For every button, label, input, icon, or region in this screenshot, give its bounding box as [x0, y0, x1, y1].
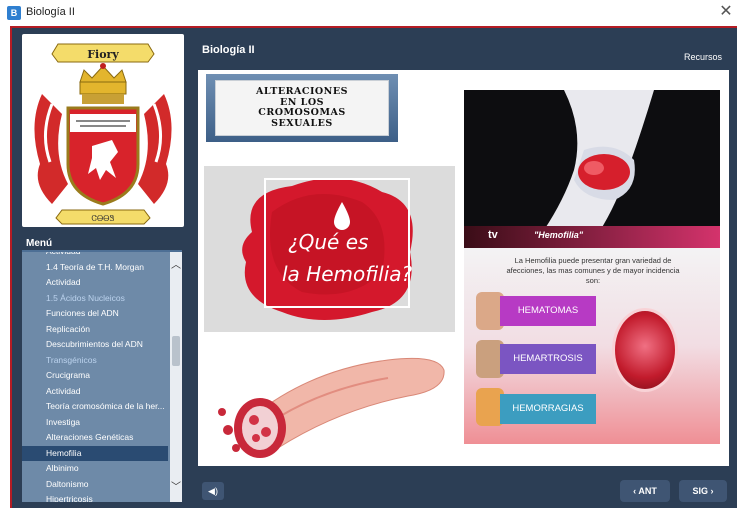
- blood-cells-image: [612, 308, 678, 392]
- menu-item[interactable]: Funciones del ADN: [22, 306, 168, 322]
- topic-title-card: ALTERACIONES EN LOS CROMOSOMAS SEXUALES: [206, 74, 398, 142]
- menu-list: Actividad 1.4 Teoría de T.H. Morgan Activi…: [22, 252, 168, 502]
- course-frame: Fiory ᏣᎾᎾᏕ Menú Actividad1.4 Teoría de: [10, 26, 737, 508]
- condition-pill: HEMATOMAS: [500, 296, 596, 326]
- topic-title: ALTERACIONES EN LOS CROMOSOMAS SEXUALES: [256, 86, 348, 129]
- menu-item[interactable]: Crucigrama: [22, 368, 168, 384]
- condition-pill: HEMORRAGIAS: [500, 394, 596, 424]
- logo-card: Fiory ᏣᎾᎾᏕ: [22, 34, 184, 227]
- menu-item[interactable]: Actividad: [22, 252, 168, 260]
- topic-title-line: SEXUALES: [271, 117, 333, 129]
- hemophilia-info-panel: La Hemofilia puede presentar gran varied…: [464, 248, 720, 444]
- hemophilia-question-line: ¿Qué es: [288, 230, 369, 254]
- video-caption: "Hemofilia": [534, 230, 584, 240]
- coat-of-arms-image: Fiory ᏣᎾᎾᏕ: [34, 43, 172, 225]
- menu-item[interactable]: Replicación: [22, 322, 168, 338]
- condition-pill: HEMARTROSIS: [500, 344, 596, 374]
- menu-item[interactable]: Actividad: [22, 384, 168, 400]
- menu-item[interactable]: Teoría cromosómica de la her...: [22, 399, 168, 415]
- topic-title-line: ALTERACIONES: [256, 86, 348, 97]
- menu-item[interactable]: Descubrimientos del ADN: [22, 337, 168, 353]
- menu-item[interactable]: Actividad: [22, 275, 168, 291]
- title-bar: B Biología II ✕: [0, 0, 737, 26]
- resources-link[interactable]: Recursos: [684, 52, 722, 62]
- menu-item[interactable]: 1.4 Teoría de T.H. Morgan: [22, 260, 168, 276]
- video-caption-bar: tv "Hemofilia": [464, 226, 720, 248]
- scroll-thumb[interactable]: [172, 336, 180, 366]
- hemophilia-info-text: La Hemofilia puede presentar gran varied…: [506, 256, 680, 285]
- speaker-icon[interactable]: ◀): [202, 482, 224, 500]
- course-title: Biología II: [202, 44, 255, 56]
- menu-item[interactable]: 1.5 Ácidos Nucleicos: [22, 291, 168, 307]
- menu-item[interactable]: Investiga: [22, 415, 168, 431]
- topic-title-line: CROMOSOMAS: [258, 107, 346, 118]
- logo-banner-text: Fiory: [87, 48, 119, 61]
- logo-ribbon-text: ᏣᎾᎾᏕ: [92, 214, 115, 223]
- previous-button[interactable]: ‹ ANT: [620, 480, 670, 502]
- tv-logo: tv: [488, 229, 498, 241]
- topic-title-inner: ALTERACIONES EN LOS CROMOSOMAS SEXUALES: [215, 80, 389, 136]
- chevron-down-icon[interactable]: ﹀: [170, 482, 182, 494]
- next-button[interactable]: SIG ›: [679, 480, 727, 502]
- menu-item[interactable]: Transgénicos: [22, 353, 168, 369]
- menu-panel: Actividad 1.4 Teoría de T.H. Morgan Activi…: [22, 250, 182, 502]
- chevron-up-icon[interactable]: ︿: [170, 260, 182, 272]
- app-window: B Biología II ✕ Fiory ᏣᎾᎾᏕ Menú Activida…: [0, 0, 737, 508]
- menu-scrollbar[interactable]: ︿ ﹀: [170, 252, 182, 502]
- window-title: Biología II: [26, 6, 75, 18]
- hemophilia-question-image: ¿Qué es la Hemofilia?: [204, 166, 455, 332]
- blood-vessel-image: [218, 357, 445, 458]
- menu-item[interactable]: Albinimo: [22, 461, 168, 477]
- menu-item[interactable]: Hemofilia: [22, 445, 168, 461]
- menu-item[interactable]: Alteraciones Genéticas: [22, 430, 168, 446]
- menu-item[interactable]: Daltonismo: [22, 477, 168, 493]
- content-slide: ALTERACIONES EN LOS CROMOSOMAS SEXUALES …: [198, 70, 729, 466]
- hemophilia-question-line: la Hemofilia?: [282, 262, 413, 286]
- close-icon[interactable]: ✕: [718, 3, 734, 21]
- app-icon: B: [7, 6, 21, 20]
- menu-item[interactable]: Hipertricosis: [22, 492, 168, 502]
